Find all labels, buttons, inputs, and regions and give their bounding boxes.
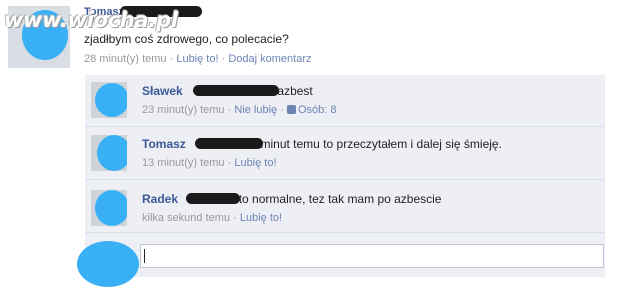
- censor-blot: [95, 83, 127, 117]
- comment-item: Sławek azbest 23 minut(y) temu · Nie lub…: [85, 75, 605, 127]
- separator: ·: [221, 53, 226, 65]
- comment-time: 13 minut(y) temu: [142, 157, 225, 169]
- comment-text: to normalne, tez tak mam po azbescie: [238, 192, 442, 206]
- watermark: www.wiocha.pl: [4, 8, 178, 32]
- comment-input[interactable]: [140, 244, 604, 268]
- comment-time: kilka sekund temu: [142, 212, 231, 224]
- separator: ·: [169, 53, 174, 65]
- censor-blot: [77, 241, 139, 287]
- post-time: 28 minut(y) temu: [84, 53, 167, 65]
- censor-bar: [195, 138, 263, 149]
- comment-author[interactable]: Radek: [142, 192, 178, 206]
- comment-author[interactable]: Tomasz: [142, 137, 186, 151]
- comment-avatar: [91, 135, 127, 171]
- comment-meta: 23 minut(y) temu · Nie lubię · Osób: 8: [142, 104, 336, 116]
- separator: ·: [227, 104, 232, 116]
- likes-count[interactable]: Osób: 8: [286, 104, 336, 116]
- comment-meta: kilka sekund temu · Lubię to!: [142, 212, 282, 224]
- post-like-link[interactable]: Lubię to!: [176, 53, 218, 65]
- like-link[interactable]: Lubię to!: [234, 157, 276, 169]
- comment-text: azbest: [277, 84, 313, 98]
- censor-blot: [95, 190, 127, 226]
- unlike-link[interactable]: Nie lubię: [234, 104, 277, 116]
- post-meta: 28 minut(y) temu · Lubię to! · Dodaj kom…: [84, 53, 311, 65]
- post-comment-link[interactable]: Dodaj komentarz: [228, 53, 311, 65]
- separator: ·: [227, 157, 232, 169]
- text-cursor: [144, 249, 145, 263]
- like-link[interactable]: Lubię to!: [240, 212, 282, 224]
- censor-bar: [193, 85, 279, 96]
- comment-avatar: [91, 82, 127, 118]
- comments-list: Sławek azbest 23 minut(y) temu · Nie lub…: [77, 75, 605, 287]
- comment-item: Tomasz 9 minut temu to przeczytałem i da…: [85, 127, 605, 180]
- censor-blot: [97, 135, 127, 171]
- separator: ·: [233, 212, 237, 224]
- comment-item: Radek to normalne, tez tak mam po azbesc…: [85, 180, 605, 233]
- comment-author[interactable]: Sławek: [142, 84, 183, 98]
- comment-meta: 13 minut(y) temu · Lubię to!: [142, 157, 277, 169]
- separator: ·: [280, 104, 284, 116]
- post-text: zjadłbym coś zdrowego, co polecacie?: [84, 32, 289, 46]
- comment-time: 23 minut(y) temu: [142, 104, 225, 116]
- censor-bar: [186, 193, 240, 204]
- thumbs-up-icon: [286, 105, 296, 114]
- comment-text: 9 minut temu to przeczytałem i dalej się…: [250, 137, 502, 151]
- comment-avatar: [91, 190, 127, 226]
